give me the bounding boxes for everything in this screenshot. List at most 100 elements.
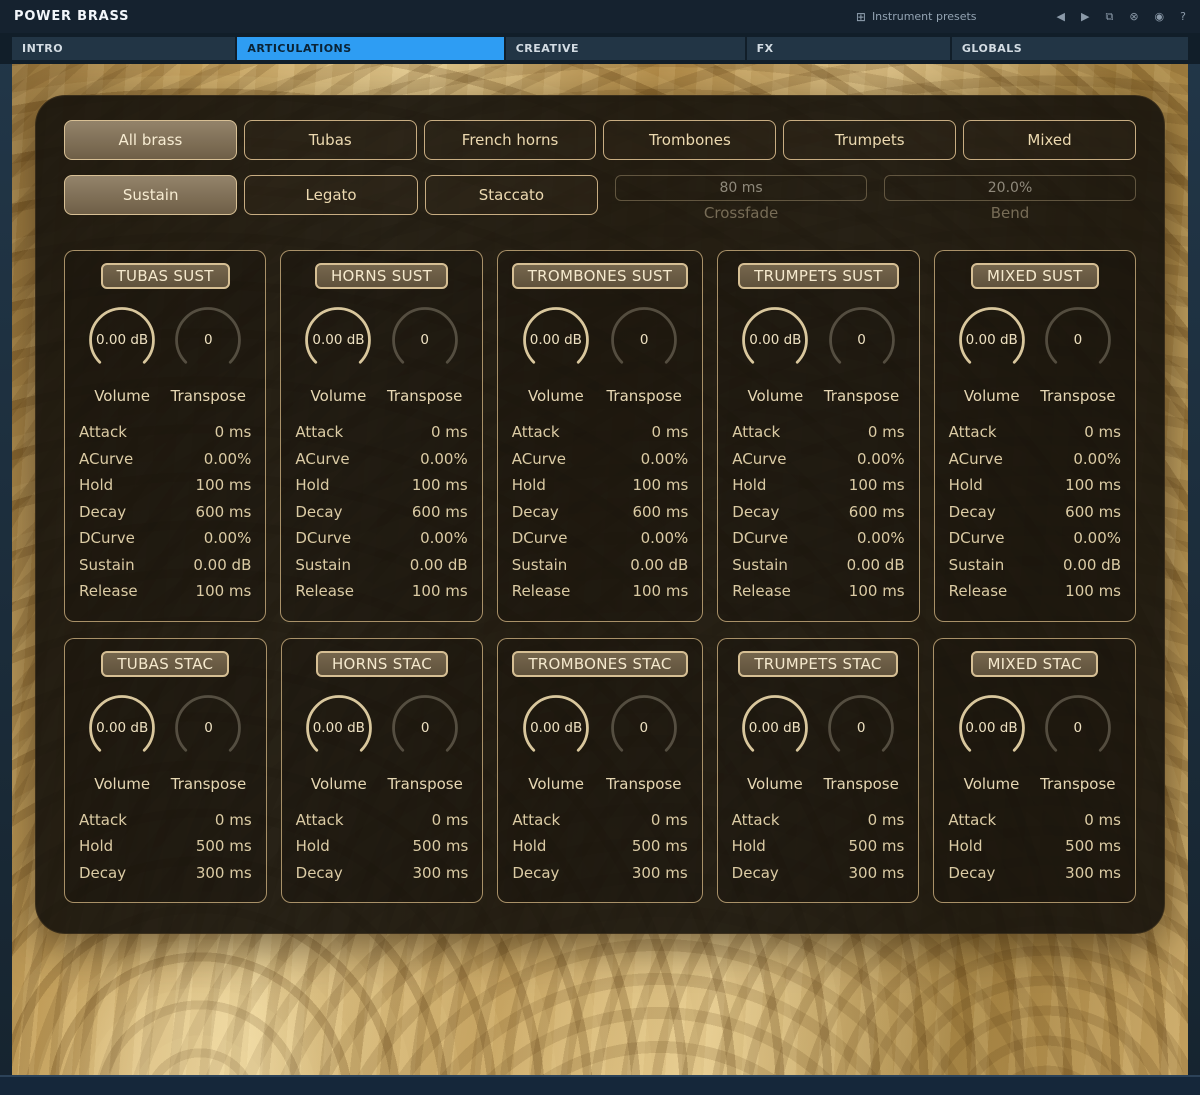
param-value[interactable]: 0.00 dB	[847, 556, 905, 574]
param-value[interactable]: 0.00%	[1073, 529, 1121, 547]
param-value[interactable]: 0.00 dB	[630, 556, 688, 574]
param-value[interactable]: 0 ms	[652, 423, 689, 441]
param-value[interactable]: 0.00%	[641, 529, 689, 547]
param-value[interactable]: 0.00%	[857, 529, 905, 547]
param-value[interactable]: 600 ms	[1065, 503, 1121, 521]
param-value[interactable]: 300 ms	[849, 864, 905, 882]
bend-value[interactable]: 20.0%	[884, 175, 1136, 201]
param-value[interactable]: 0.00 dB	[410, 556, 468, 574]
param-value[interactable]: 500 ms	[412, 837, 468, 855]
param-value[interactable]: 0 ms	[432, 811, 469, 829]
instrument-button-french-horns[interactable]: French horns	[424, 120, 597, 160]
param-value[interactable]: 100 ms	[412, 476, 468, 494]
param-value[interactable]: 0 ms	[215, 811, 252, 829]
param-value[interactable]: 500 ms	[1065, 837, 1121, 855]
param-value[interactable]: 300 ms	[196, 864, 252, 882]
param-value[interactable]: 0 ms	[431, 423, 468, 441]
param-value[interactable]: 0.00 dB	[193, 556, 251, 574]
help-icon[interactable]: ?	[1180, 11, 1186, 22]
transpose-knob[interactable]: 0	[825, 303, 899, 377]
articulation-button-legato[interactable]: Legato	[244, 175, 417, 215]
param-value[interactable]: 500 ms	[632, 837, 688, 855]
volume-knob[interactable]: 0.00 dB	[519, 691, 593, 765]
volume-value: 0.00 dB	[955, 691, 1029, 765]
instrument-button-trumpets[interactable]: Trumpets	[783, 120, 956, 160]
volume-knob[interactable]: 0.00 dB	[85, 303, 159, 377]
param-value[interactable]: 100 ms	[196, 476, 252, 494]
transpose-knob[interactable]: 0	[171, 303, 245, 377]
crossfade-value[interactable]: 80 ms	[615, 175, 867, 201]
external-link-icon[interactable]: ⧉	[1105, 11, 1113, 22]
articulation-button-sustain[interactable]: Sustain	[64, 175, 237, 215]
param-value[interactable]: 500 ms	[196, 837, 252, 855]
transpose-knob[interactable]: 0	[1041, 303, 1115, 377]
volume-knob[interactable]: 0.00 dB	[302, 691, 376, 765]
eye-icon[interactable]: ◉	[1155, 11, 1165, 22]
param-value[interactable]: 600 ms	[196, 503, 252, 521]
param-value[interactable]: 100 ms	[1065, 476, 1121, 494]
param-value[interactable]: 600 ms	[849, 503, 905, 521]
transpose-knob[interactable]: 0	[824, 691, 898, 765]
param-value[interactable]: 100 ms	[632, 476, 688, 494]
param-value[interactable]: 0.00%	[420, 450, 468, 468]
volume-knob[interactable]: 0.00 dB	[955, 303, 1029, 377]
volume-knob[interactable]: 0.00 dB	[738, 303, 812, 377]
param-value[interactable]: 600 ms	[412, 503, 468, 521]
param-value[interactable]: 0 ms	[1084, 811, 1121, 829]
param-value[interactable]: 100 ms	[849, 476, 905, 494]
transpose-knob[interactable]: 0	[171, 691, 245, 765]
transpose-knob[interactable]: 0	[388, 691, 462, 765]
param-value[interactable]: 0 ms	[868, 811, 905, 829]
transpose-knob[interactable]: 0	[1041, 691, 1115, 765]
transpose-knob[interactable]: 0	[607, 303, 681, 377]
param-value[interactable]: 300 ms	[412, 864, 468, 882]
volume-knob[interactable]: 0.00 dB	[955, 691, 1029, 765]
param-value[interactable]: 100 ms	[1065, 582, 1121, 600]
transpose-knob[interactable]: 0	[607, 691, 681, 765]
param-value[interactable]: 0.00%	[641, 450, 689, 468]
param-value[interactable]: 100 ms	[412, 582, 468, 600]
param-value[interactable]: 500 ms	[849, 837, 905, 855]
param-value[interactable]: 0 ms	[1084, 423, 1121, 441]
button-label: Trombones	[649, 131, 731, 149]
tab-fx[interactable]: FX	[747, 37, 950, 60]
param-name: Sustain	[295, 556, 351, 574]
param-value[interactable]: 300 ms	[1065, 864, 1121, 882]
param-value[interactable]: 0 ms	[651, 811, 688, 829]
param-value[interactable]: 0.00%	[204, 529, 252, 547]
next-preset-icon[interactable]: ▶	[1081, 11, 1089, 22]
tab-intro[interactable]: INTRO	[12, 37, 235, 60]
param-value[interactable]: 0.00 dB	[1063, 556, 1121, 574]
param-value[interactable]: 0.00%	[420, 529, 468, 547]
param-value[interactable]: 0 ms	[868, 423, 905, 441]
volume-value: 0.00 dB	[955, 303, 1029, 377]
param-value[interactable]: 100 ms	[849, 582, 905, 600]
prev-preset-icon[interactable]: ◀	[1057, 11, 1065, 22]
volume-knob[interactable]: 0.00 dB	[519, 303, 593, 377]
param-row: DCurve 0.00%	[512, 525, 689, 552]
param-value[interactable]: 0.00%	[857, 450, 905, 468]
power-icon[interactable]: ⊗	[1129, 11, 1138, 22]
param-value[interactable]: 100 ms	[632, 582, 688, 600]
param-name: Attack	[732, 811, 780, 829]
volume-knob[interactable]: 0.00 dB	[301, 303, 375, 377]
volume-knob[interactable]: 0.00 dB	[738, 691, 812, 765]
param-value[interactable]: 100 ms	[196, 582, 252, 600]
instrument-presets-button[interactable]: ⊞ Instrument presets	[856, 10, 977, 24]
instrument-button-mixed[interactable]: Mixed	[963, 120, 1136, 160]
tab-globals[interactable]: GLOBALS	[952, 37, 1188, 60]
param-value[interactable]: 0.00%	[204, 450, 252, 468]
tab-creative[interactable]: CREATIVE	[506, 37, 745, 60]
param-value[interactable]: 0 ms	[215, 423, 252, 441]
instrument-button-tubas[interactable]: Tubas	[244, 120, 417, 160]
card-mixed-stac: MIXED STAC 0.00 dB Volume 0 Transpose At…	[933, 638, 1136, 904]
param-value[interactable]: 300 ms	[632, 864, 688, 882]
volume-knob[interactable]: 0.00 dB	[85, 691, 159, 765]
articulation-button-staccato[interactable]: Staccato	[425, 175, 598, 215]
instrument-button-trombones[interactable]: Trombones	[603, 120, 776, 160]
instrument-button-all-brass[interactable]: All brass	[64, 120, 237, 160]
param-value[interactable]: 0.00%	[1073, 450, 1121, 468]
tab-articulations[interactable]: ARTICULATIONS	[237, 37, 503, 60]
param-value[interactable]: 600 ms	[632, 503, 688, 521]
transpose-knob[interactable]: 0	[388, 303, 462, 377]
